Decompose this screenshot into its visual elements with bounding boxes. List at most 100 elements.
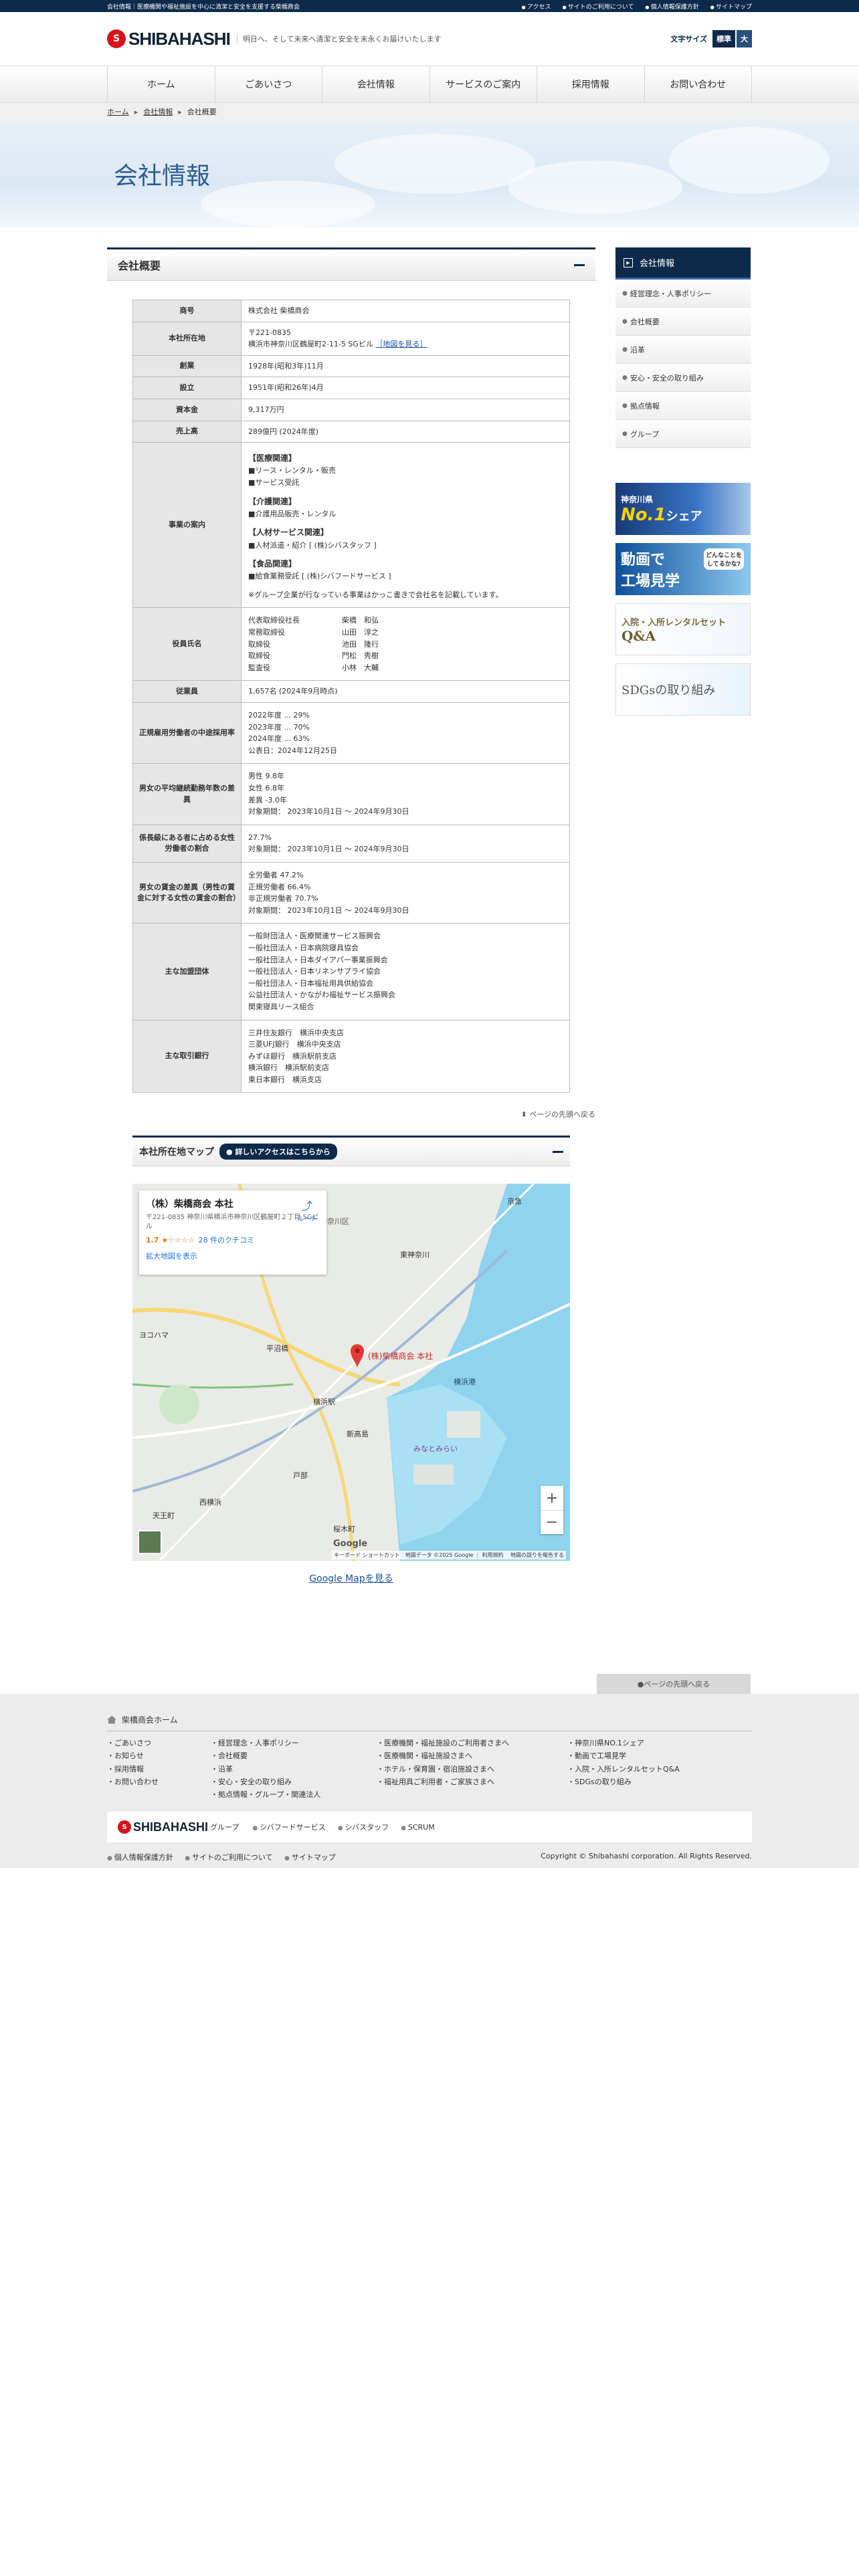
table-row: 設立 1951年(昭和26年)4月 [132, 377, 570, 399]
footer-link[interactable]: 拠点情報・グループ・関連法人 [211, 1788, 377, 1801]
banner-text: 神奈川県 [621, 494, 654, 504]
zoom-out-button[interactable]: − [541, 1510, 563, 1534]
sidebar-item-overview[interactable]: 会社概要 [615, 308, 751, 336]
banner-factory-video[interactable]: 動画で 工場見学 どんなことを してるかな? [615, 543, 751, 595]
footer-link[interactable]: お知らせ [107, 1749, 211, 1762]
nav-contact[interactable]: お問い合わせ [644, 66, 752, 102]
footer-link[interactable]: お問い合わせ [107, 1776, 211, 1788]
period-line: 対象期間： 2023年10月1日 〜 2024年9月30日 [248, 845, 409, 854]
breadcrumb-company[interactable]: 会社情報 [143, 106, 173, 117]
footer-link[interactable]: 医療機関・福祉施設さまへ [377, 1749, 567, 1762]
route-button[interactable]: ⤴ ルート [297, 1197, 317, 1223]
banner-rental-qa[interactable]: 入院・入所レンタルセット Q&A [615, 603, 751, 655]
satellite-toggle[interactable] [138, 1530, 162, 1555]
back-to-top-label: ページの先頭へ戻る [644, 1680, 710, 1689]
enlarge-map-link[interactable]: 拡大地図を表示 [146, 1251, 320, 1261]
footer-link[interactable]: 沿革 [211, 1763, 377, 1776]
tenure-line: 男性 9.8年 [248, 772, 284, 781]
svg-text:西横浜: 西横浜 [199, 1497, 221, 1507]
utility-link-privacy[interactable]: 個人情報保護方針 [645, 4, 698, 11]
back-to-top-label: ページの先頭へ戻る [529, 1110, 595, 1119]
footer-home-label: 柴橋商会ホーム [122, 1715, 178, 1725]
nav-company[interactable]: 会社情報 [322, 66, 430, 102]
business-item: ■リース・レンタル・販売 [248, 466, 336, 475]
nav-recruit[interactable]: 採用情報 [537, 66, 644, 102]
zoom-in-button[interactable]: + [541, 1486, 563, 1510]
back-to-top-link[interactable]: ⬍ ページの先頭へ戻る [107, 1109, 596, 1119]
svg-text:みなとみらい: みなとみらい [413, 1444, 458, 1453]
top-bar: 会社情報｜医療機関や福祉施設を中心に清潔と安全を支援する柴橋商会 アクセス サイ… [0, 0, 859, 12]
row-value: 2022年度 ... 29% 2023年度 ... 70% 2024年度 ... 6… [241, 702, 570, 764]
footer-link[interactable]: 入院・入所レンタルセットQ&A [567, 1763, 680, 1776]
footer-link[interactable]: 神奈川県NO.1シェア [567, 1737, 680, 1749]
rate-line: 2022年度 ... 29% [248, 711, 310, 720]
sidebar-heading[interactable]: ▶ 会社情報 [615, 247, 751, 280]
group-link[interactable]: シバフードサービス [252, 1822, 326, 1832]
member-org: 一般社団法人・日本福祉用具供給協会 [248, 978, 373, 988]
footer-home-link[interactable]: 柴橋商会ホーム [107, 1714, 752, 1731]
member-org: 一般社団法人・日本ダイアパー事業振興会 [248, 955, 388, 964]
nav-greeting[interactable]: ごあいさつ [214, 66, 322, 102]
site-logo[interactable]: S SHIBAHASHI 明日へ、そして未来へ清潔と安全を末永くお届けいたします [107, 29, 441, 49]
view-map-link[interactable]: ［地図を見る］ [375, 340, 427, 348]
banner-text: 動画で [621, 552, 666, 568]
footer-link[interactable]: 福祉用具ご利用者・ご家族さまへ [377, 1776, 567, 1788]
footer-link[interactable]: SDGsの取り組み [567, 1776, 680, 1788]
group-logo-text: SHIBAHASHI [133, 1820, 209, 1834]
bank: 三井住友銀行 横浜中央支店 [248, 1028, 344, 1037]
footer-link[interactable]: 経営理念・人事ポリシー [211, 1737, 377, 1749]
access-details-button[interactable]: ● 詳しいアクセスはこちらから [219, 1144, 337, 1160]
wage-line: 全労働者 47.2% [248, 870, 304, 879]
table-row: 主な取引銀行 三井住友銀行 横浜中央支店 三菱UFJ銀行 横浜中央支店 みずほ銀行 … [132, 1019, 570, 1093]
sidebar-item-safety[interactable]: 安心・安全の取り組み [615, 364, 751, 392]
footer-link[interactable]: ホテル・保育園・宿泊施設さまへ [377, 1763, 567, 1776]
address: 横浜市神奈川区鶴屋町2-11-5 SGビル [248, 340, 373, 349]
row-header: 主な取引銀行 [132, 1019, 242, 1093]
footer-sitemap-link[interactable]: サイトマップ [284, 1853, 336, 1862]
breadcrumb-home[interactable]: ホーム [107, 106, 129, 117]
bank: 三菱UFJ銀行 横浜中央支店 [248, 1040, 341, 1049]
font-size-large-button[interactable]: 大 [737, 30, 752, 47]
section-heading: 会社概要 [107, 247, 595, 281]
group-link[interactable]: SCRUM [401, 1823, 435, 1832]
group-link[interactable]: シバスタッフ [338, 1822, 389, 1832]
footer-link[interactable]: 安心・安全の取り組み [211, 1776, 377, 1788]
business-heading: 【人材サービス関連】 [248, 528, 329, 538]
reviews-link[interactable]: 28 件のクチコミ [199, 1236, 255, 1245]
footer-link[interactable]: 採用情報 [107, 1763, 211, 1776]
utility-link-sitemap[interactable]: サイトマップ [710, 4, 752, 11]
footer-link[interactable]: 動画で工場見学 [567, 1749, 680, 1762]
footer-link[interactable]: 医療機関・福祉施設のご利用者さまへ [377, 1737, 567, 1749]
footer-back-to-top[interactable]: ● ページの先頭へ戻る [597, 1674, 751, 1694]
embedded-map[interactable]: (株)柴橋商会 本社 横浜駅 新高島 みなとみらい 横浜港 神奈川区 東神奈川 … [132, 1184, 570, 1562]
banner-no1-share[interactable]: 神奈川県 No.1シェア [615, 483, 751, 535]
svg-text:京急: 京急 [507, 1196, 522, 1206]
utility-link-usage[interactable]: サイトのご利用について [562, 4, 634, 11]
footer-privacy-link[interactable]: 個人情報保護方針 [107, 1853, 173, 1862]
sidebar-item-history[interactable]: 沿革 [615, 336, 751, 364]
period-line: 対象期間： 2023年10月1日 〜 2024年9月30日 [248, 905, 409, 915]
row-header: 係長級にある者に占める女性労働者の割合 [132, 824, 242, 863]
row-header: 従業員 [132, 680, 242, 704]
footer-usage-link[interactable]: サイトのご利用について [185, 1853, 272, 1862]
nav-services[interactable]: サービスのご案内 [429, 66, 537, 102]
tenure-line: 女性 6.8年 [248, 784, 284, 792]
row-header: 設立 [132, 377, 242, 399]
site-footer: 柴橋商会ホーム ごあいさつお知らせ採用情報お問い合わせ 経営理念・人事ポリシー会… [0, 1694, 859, 1868]
hero-banner: 会社情報 [0, 120, 859, 227]
exec-name: 山田 淳之 [342, 628, 379, 637]
sidebar-item-locations[interactable]: 拠点情報 [615, 392, 751, 420]
utility-link-access[interactable]: アクセス [522, 4, 551, 11]
group-logo[interactable]: S SHIBAHASHI グループ [118, 1820, 239, 1834]
table-row: 事業の案内 【医療関連】 ■リース・レンタル・販売 ■サービス受託 【介護関連】… [132, 442, 570, 609]
footer-link[interactable]: ごあいさつ [107, 1737, 211, 1749]
logo-mark-icon: S [107, 29, 126, 48]
banner-sdgs[interactable]: SDGsの取り組み [615, 663, 751, 716]
nav-home[interactable]: ホーム [107, 66, 215, 102]
font-size-standard-button[interactable]: 標準 [712, 30, 735, 47]
sidebar-item-philosophy[interactable]: 経営理念・人事ポリシー [615, 280, 751, 308]
access-details-label: 詳しいアクセスはこちらから [235, 1148, 330, 1157]
footer-link[interactable]: 会社概要 [211, 1749, 377, 1762]
google-map-link[interactable]: Google Mapを見る [107, 1572, 595, 1585]
sidebar-item-group[interactable]: グループ [615, 420, 751, 448]
